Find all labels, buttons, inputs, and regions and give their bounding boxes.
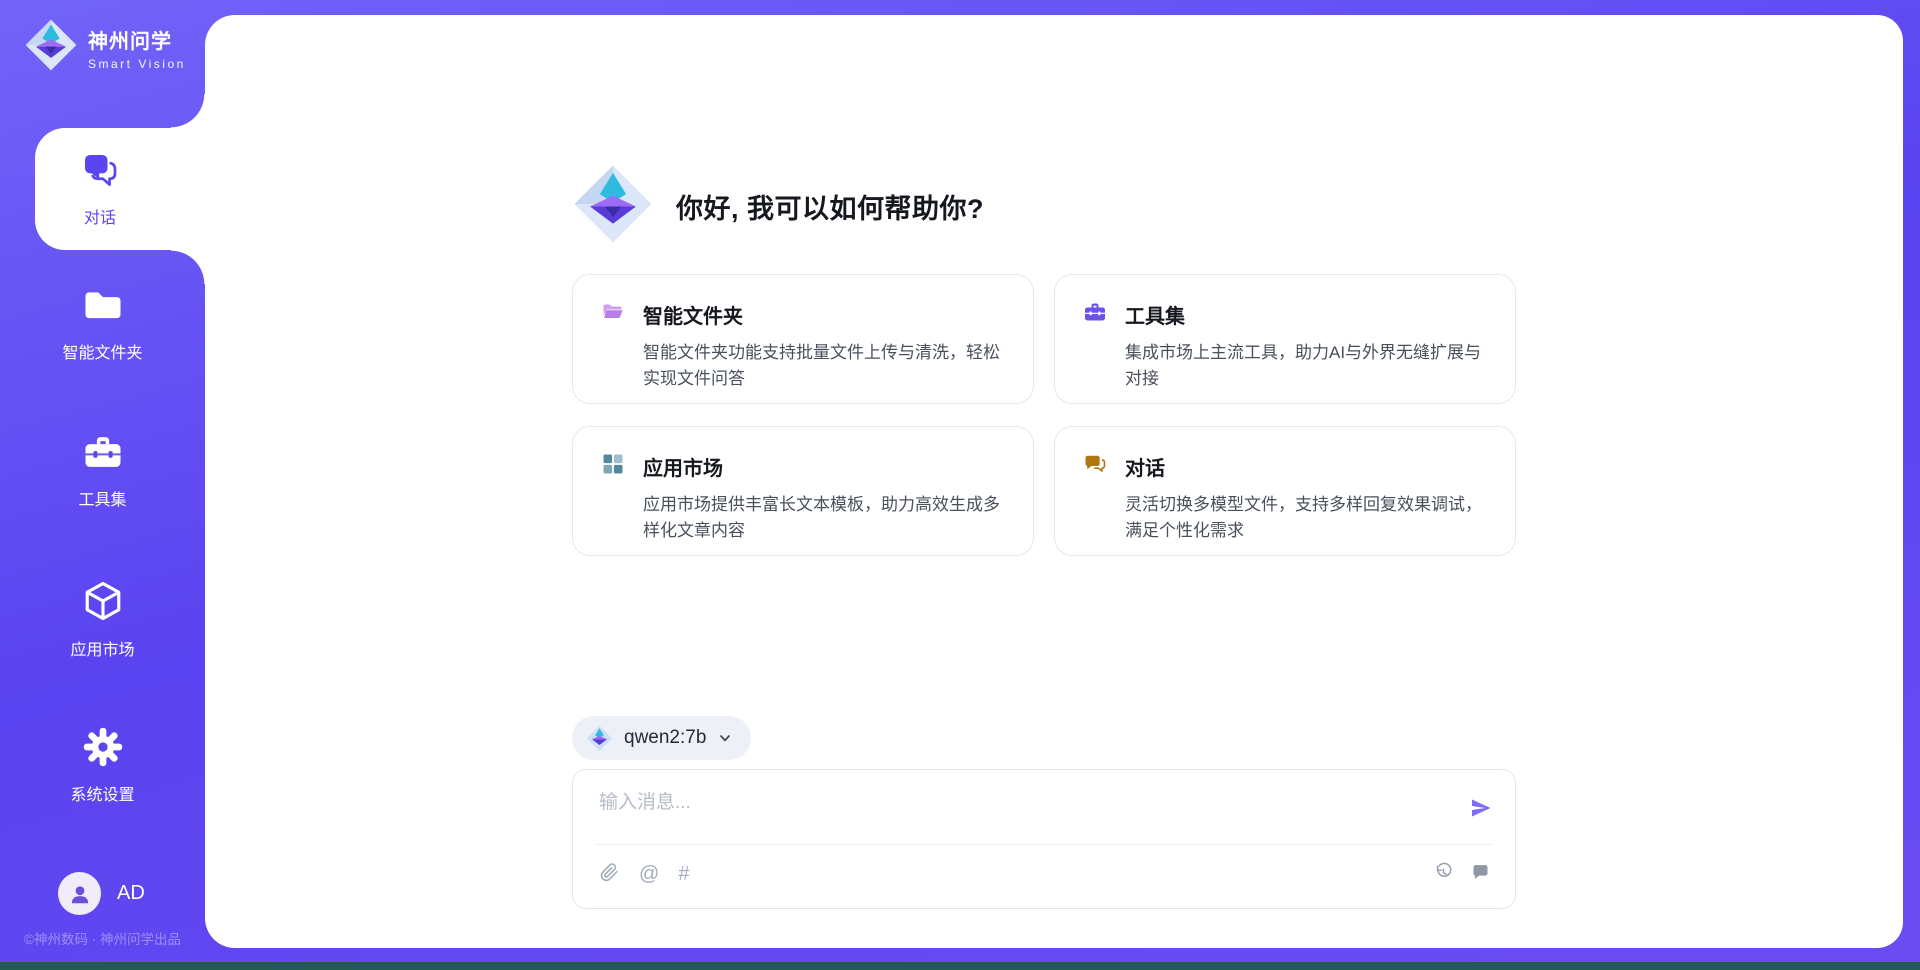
- quick-chat-button[interactable]: [1470, 863, 1491, 885]
- card-title: 应用市场: [643, 452, 723, 481]
- hash-icon[interactable]: #: [678, 863, 689, 885]
- grid-icon: [601, 452, 625, 481]
- chevron-down-icon: [717, 730, 733, 746]
- brand-subtitle: Smart Vision: [88, 57, 186, 71]
- message-input[interactable]: [599, 792, 1429, 814]
- greeting-header: 你好, 我可以如何帮助你?: [572, 163, 984, 250]
- sidebar-item-label: 智能文件夹: [62, 339, 142, 363]
- main-panel: 你好, 我可以如何帮助你? 智能文件夹 智能文件夹功能支持批量文件上传与清洗，轻…: [205, 15, 1903, 948]
- send-plane-icon: [1469, 808, 1493, 823]
- card-title: 工具集: [1125, 300, 1185, 329]
- briefcase-icon: [82, 432, 124, 477]
- bottom-edge-bar: [0, 962, 1920, 970]
- card-chat[interactable]: 对话 灵活切换多模型文件，支持多样回复效果调试，满足个性化需求: [1054, 426, 1516, 556]
- model-name: qwen2:7b: [624, 727, 706, 749]
- user-profile[interactable]: AD: [58, 872, 145, 915]
- app-background: 神州问学 Smart Vision 对话 智能文件夹: [0, 0, 1920, 962]
- sidebar-item-label: 对话: [84, 204, 116, 228]
- briefcase-icon: [1083, 300, 1107, 329]
- chat-bubble-icon: [1083, 452, 1107, 481]
- chat-filled-icon: [1470, 862, 1491, 887]
- folder-icon: [82, 285, 124, 330]
- diamond-logo-icon: [24, 18, 78, 77]
- send-button[interactable]: [1469, 796, 1493, 820]
- sidebar-item-label: 系统设置: [70, 781, 134, 805]
- card-title: 对话: [1125, 452, 1165, 481]
- card-description: 灵活切换多模型文件，支持多样回复效果调试，满足个性化需求: [1125, 492, 1487, 545]
- user-name: AD: [117, 882, 145, 905]
- gear-icon: [83, 727, 123, 772]
- brand-name: 神州问学: [88, 25, 186, 54]
- sidebar: 神州问学 Smart Vision 对话 智能文件夹: [0, 0, 205, 962]
- at-icon[interactable]: @: [639, 863, 659, 885]
- feature-cards: 智能文件夹 智能文件夹功能支持批量文件上传与清洗，轻松实现文件问答: [572, 274, 1516, 556]
- sidebar-item-label: 应用市场: [70, 636, 134, 660]
- user-avatar-icon: [58, 872, 101, 915]
- sidebar-item-settings[interactable]: 系统设置: [0, 727, 205, 802]
- folder-open-icon: [601, 300, 625, 329]
- card-description: 集成市场上主流工具，助力AI与外界无缝扩展与对接: [1125, 340, 1487, 393]
- sidebar-item-label: 工具集: [78, 486, 126, 510]
- sidebar-item-app-market[interactable]: 应用市场: [0, 580, 205, 655]
- history-button[interactable]: [1433, 863, 1454, 885]
- card-app-market[interactable]: 应用市场 应用市场提供丰富长文本模板，助力高效生成多样化文章内容: [572, 426, 1034, 556]
- message-composer: @ #: [572, 769, 1516, 909]
- sidebar-footer-text: ©神州数码 · 神州问学出品: [0, 928, 205, 948]
- model-selector[interactable]: qwen2:7b: [572, 716, 751, 760]
- diamond-logo-icon: [586, 725, 613, 752]
- sidebar-item-chat[interactable]: 对话: [35, 128, 205, 250]
- chat-bubbles-icon: [80, 150, 120, 195]
- cube-icon: [82, 580, 124, 627]
- card-smart-folder[interactable]: 智能文件夹 智能文件夹功能支持批量文件上传与清洗，轻松实现文件问答: [572, 274, 1034, 404]
- sidebar-item-toolset[interactable]: 工具集: [0, 432, 205, 507]
- sidebar-item-smart-folder[interactable]: 智能文件夹: [0, 285, 205, 360]
- history-clock-icon: [1433, 862, 1454, 887]
- paperclip-icon: [599, 862, 620, 887]
- brand-logo: 神州问学 Smart Vision: [24, 18, 186, 77]
- attach-file-button[interactable]: [599, 863, 620, 885]
- card-title: 智能文件夹: [643, 300, 743, 329]
- card-toolset[interactable]: 工具集 集成市场上主流工具，助力AI与外界无缝扩展与对接: [1054, 274, 1516, 404]
- diamond-logo-icon: [572, 163, 654, 250]
- card-description: 智能文件夹功能支持批量文件上传与清洗，轻松实现文件问答: [643, 340, 1005, 393]
- card-description: 应用市场提供丰富长文本模板，助力高效生成多样化文章内容: [643, 492, 1005, 545]
- greeting-title: 你好, 我可以如何帮助你?: [676, 187, 984, 226]
